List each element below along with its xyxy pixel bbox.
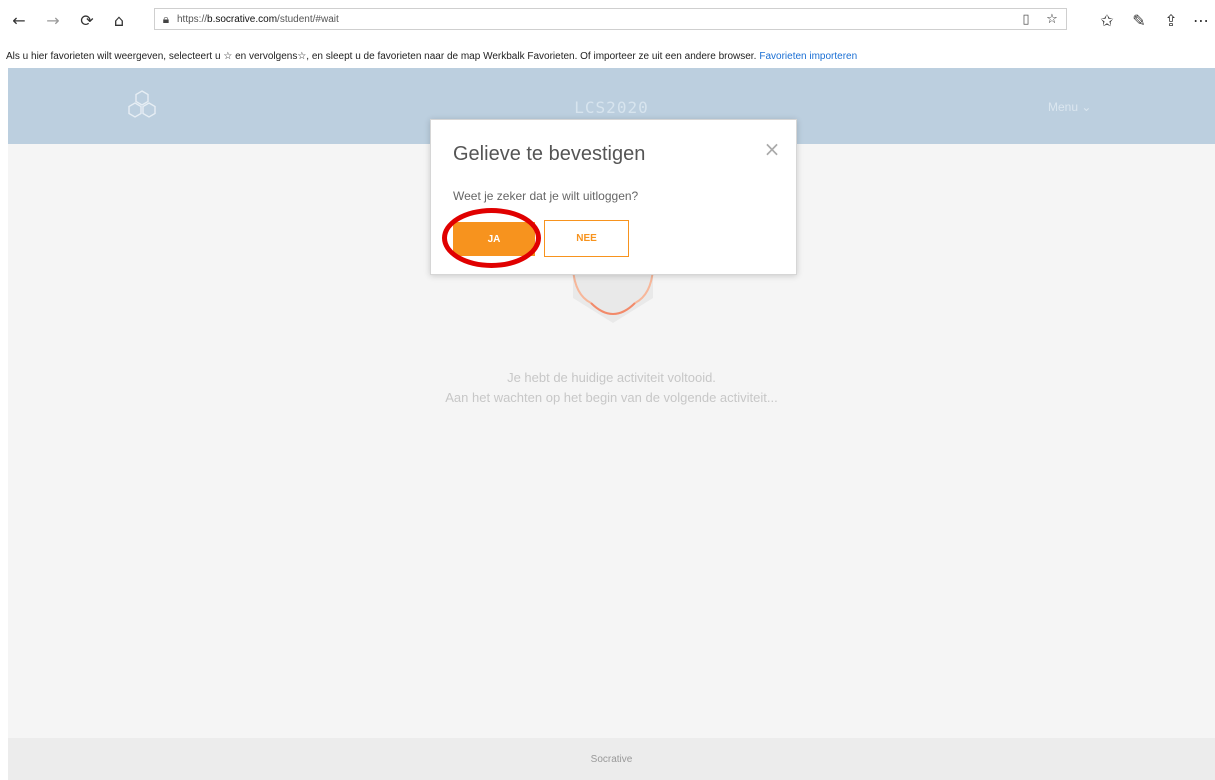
class-title: LCS2020 <box>574 98 649 117</box>
star-icon[interactable]: ☆ <box>1043 10 1061 28</box>
home-icon[interactable]: ⌂ <box>108 9 130 31</box>
confirm-dialog: Gelieve te bevestigen × Weet je zeker da… <box>430 119 797 275</box>
share-icon[interactable]: ⇪ <box>1160 9 1182 31</box>
url-text: https://b.socrative.com/student/#wait <box>177 13 339 25</box>
refresh-icon[interactable]: ⟳ <box>76 9 98 31</box>
dialog-message: Weet je zeker dat je wilt uitloggen? <box>453 189 639 203</box>
forward-icon[interactable]: → <box>42 9 64 31</box>
favorites-bar-text: Als u hier favorieten wilt weergeven, se… <box>6 50 757 62</box>
favorites-icon[interactable]: ✩ <box>1096 9 1118 31</box>
waiting-text: Aan het wachten op het begin van de volg… <box>445 390 778 405</box>
import-favorites-link[interactable]: Favorieten importeren <box>759 51 857 62</box>
completed-text: Je hebt de huidige activiteit voltooid. <box>507 370 716 385</box>
menu-button[interactable]: Menu ⌄ <box>1048 100 1091 114</box>
address-bar[interactable]: 🔒︎ https://b.socrative.com/student/#wait… <box>154 8 1067 30</box>
highlight-circle <box>442 208 541 268</box>
more-icon[interactable]: ⋯ <box>1190 9 1212 31</box>
back-icon[interactable]: ← <box>8 9 30 31</box>
dialog-title: Gelieve te bevestigen <box>453 143 646 165</box>
waiting-message: Je hebt de huidige activiteit voltooid. … <box>8 368 1215 408</box>
favorites-bar: Als u hier favorieten wilt weergeven, se… <box>0 44 1215 68</box>
reading-view-icon[interactable]: ▯ <box>1017 10 1035 28</box>
footer-text: Socrative <box>590 753 633 765</box>
pen-icon[interactable]: ✎ <box>1128 9 1150 31</box>
browser-toolbar: ← → ⟳ ⌂ 🔒︎ https://b.socrative.com/stude… <box>0 0 1215 44</box>
no-button[interactable]: NEE <box>544 220 629 257</box>
footer: Socrative <box>8 738 1215 780</box>
lock-icon: 🔒︎ <box>162 11 170 26</box>
close-icon[interactable]: × <box>761 138 783 160</box>
